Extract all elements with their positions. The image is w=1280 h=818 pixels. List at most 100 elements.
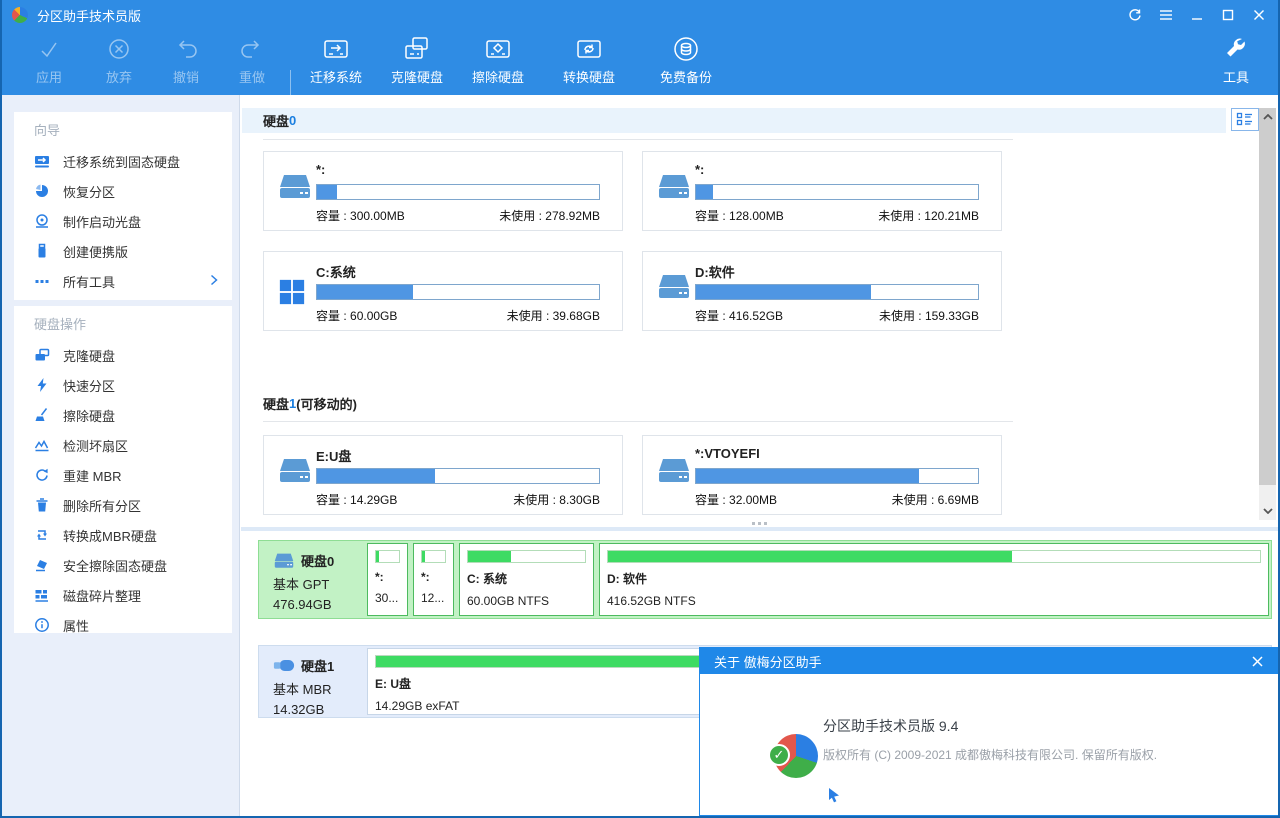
unused-value: 6.69MB [938,493,979,507]
unused-value: 278.92MB [545,209,600,223]
redo-icon [237,34,267,66]
migrate-system-button[interactable]: 迁移系统 [297,34,375,92]
list-view-toggle-button[interactable] [1231,108,1259,131]
usb-stick-icon [34,243,50,259]
clone-disk-button[interactable]: 克隆硬盘 [378,34,456,92]
sidebar-item-delete-all-partitions[interactable]: 删除所有分区 [14,490,232,520]
capacity-value: 32.00MB [729,493,777,507]
section-title: 硬盘操作 [14,306,232,340]
lightning-icon [34,377,50,393]
wipe-disk-button[interactable]: 擦除硬盘 [459,34,537,92]
product-logo-icon: ✓ [774,734,818,778]
product-version-text: 分区助手技术员版 9.4 [823,716,958,736]
sidebar-item-recover-partition[interactable]: 恢复分区 [14,176,232,206]
disk-size: 476.94GB [273,597,362,612]
refresh-icon[interactable] [1119,0,1150,30]
sidebar-item-quick-partition[interactable]: 快速分区 [14,370,232,400]
sidebar-item-migrate-os-to-ssd[interactable]: 迁移系统到固态硬盘 [14,146,232,176]
maximize-icon[interactable] [1212,0,1243,30]
dialog-title: 关于 傲梅分区助手 [714,652,822,671]
tools-button[interactable]: 工具 [1206,34,1266,92]
usb-drive-icon [273,658,295,673]
pie-recover-icon [34,183,50,199]
partition-name: D:软件 [695,262,735,281]
sidebar-item-label: 创建便携版 [63,242,128,261]
disk1-group-header: 硬盘1(可移动的) [263,393,357,413]
partition-card-disk0-p2[interactable]: *: 容量 : 128.00MB 未使用 : 120.21MB [642,151,1002,231]
partition-card-disk1-e[interactable]: E:U盘 容量 : 14.29GB 未使用 : 8.30GB [263,435,623,515]
sidebar-item-label: 安全擦除固态硬盘 [63,556,167,575]
disk0-partition-2[interactable]: *: 12... [413,543,454,616]
convert-arrows-icon [34,527,50,543]
app-window: 分区助手技术员版 应用 放弃 [0,0,1280,818]
partition-card-disk1-vtoyefi[interactable]: *:VTOYEFI 容量 : 32.00MB 未使用 : 6.69MB [642,435,1002,515]
sidebar-item-clone-disk[interactable]: 克隆硬盘 [14,340,232,370]
close-icon[interactable] [1243,0,1274,30]
check-icon [34,34,64,66]
apply-button[interactable]: 应用 [16,34,82,92]
eraser-icon [34,557,50,573]
cursor-icon [827,788,841,806]
dialog-close-icon[interactable] [1243,648,1271,674]
sidebar-item-label: 恢复分区 [63,182,115,201]
sidebar-section-disk-operations: 硬盘操作 克隆硬盘 快速分区 擦除硬盘 检测坏扇区 重建 MBR [14,306,232,633]
scrollbar-thumb[interactable] [1259,108,1276,485]
migrate-disk-icon [34,153,50,169]
scroll-down-icon[interactable] [1259,502,1276,520]
disk0-partition-1[interactable]: *: 30... [367,543,408,616]
convert-disk-button[interactable]: 转换硬盘 [550,34,628,92]
sidebar-item-make-bootable-media[interactable]: 制作启动光盘 [14,206,232,236]
window-title: 分区助手技术员版 [37,6,141,25]
sidebar-item-check-bad-sectors[interactable]: 检测坏扇区 [14,430,232,460]
undo-button[interactable]: 撤销 [153,34,219,92]
disk-name: 硬盘0 [301,551,334,570]
scroll-up-icon[interactable] [1259,108,1276,126]
sidebar-item-properties[interactable]: 属性 [14,610,232,640]
capacity-value: 300.00MB [350,209,405,223]
sidebar-item-disk-defrag[interactable]: 磁盘碎片整理 [14,580,232,610]
section-title: 向导 [14,112,232,146]
unused-value: 39.68GB [553,309,600,323]
sidebar-item-all-tools[interactable]: 所有工具 [14,266,232,296]
redo-button[interactable]: 重做 [219,34,285,92]
partition-card-disk0-c[interactable]: C:系统 容量 : 60.00GB 未使用 : 39.68GB [263,251,623,331]
divider [263,421,1013,422]
copyright-text: 版权所有 (C) 2009-2021 成都傲梅科技有限公司. 保留所有版权. [823,746,1157,763]
partition-card-disk0-p1[interactable]: *: 容量 : 300.00MB 未使用 : 278.92MB [263,151,623,231]
disk0-partition-d[interactable]: D: 软件 416.52GB NTFS [599,543,1269,616]
disk0-row[interactable]: 硬盘0 基本 GPT 476.94GB *: 30... *: 12... C:… [258,540,1272,619]
dialog-title-bar: 关于 傲梅分区助手 [700,648,1279,674]
usage-bar [467,550,586,563]
disk0-partition-c[interactable]: C: 系统 60.00GB NTFS [459,543,594,616]
sidebar-item-rebuild-mbr[interactable]: 重建 MBR [14,460,232,490]
panel-splitter-handle[interactable] [241,519,1278,527]
sidebar-item-label: 所有工具 [63,272,115,291]
backup-icon [670,34,702,66]
toolbar: 应用 放弃 撤销 重做 迁移系统 克隆硬盘 擦除硬盘 转换硬盘 [2,30,1278,95]
sidebar-item-wipe-disk[interactable]: 擦除硬盘 [14,400,232,430]
sidebar-item-create-portable[interactable]: 创建便携版 [14,236,232,266]
minimize-icon[interactable] [1181,0,1212,30]
convert-disk-icon [573,34,605,66]
usage-bar [316,468,600,484]
sidebar: 向导 迁移系统到固态硬盘 恢复分区 制作启动光盘 创建便携版 所有工具 [2,95,240,816]
unused-value: 159.33GB [925,309,979,323]
title-bar: 分区助手技术员版 [2,0,1278,30]
capacity-value: 14.29GB [350,493,397,507]
sidebar-item-secure-erase-ssd[interactable]: 安全擦除固态硬盘 [14,550,232,580]
hdd-icon [278,174,312,203]
vertical-scrollbar[interactable] [1259,108,1276,520]
discard-button[interactable]: 放弃 [86,34,152,92]
wrench-icon [1221,34,1251,66]
disk-name: 硬盘1 [301,656,334,675]
usage-bar [375,550,400,563]
info-icon [34,617,50,633]
menu-icon[interactable] [1150,0,1181,30]
partition-name: *: [695,162,704,177]
disk0-label: 硬盘0 基本 GPT 476.94GB [261,543,362,616]
partition-card-disk0-d[interactable]: D:软件 容量 : 416.52GB 未使用 : 159.33GB [642,251,1002,331]
hdd-icon [657,458,691,487]
sidebar-item-label: 磁盘碎片整理 [63,586,141,605]
free-backup-button[interactable]: 免费备份 [647,34,725,92]
sidebar-item-convert-to-mbr[interactable]: 转换成MBR硬盘 [14,520,232,550]
